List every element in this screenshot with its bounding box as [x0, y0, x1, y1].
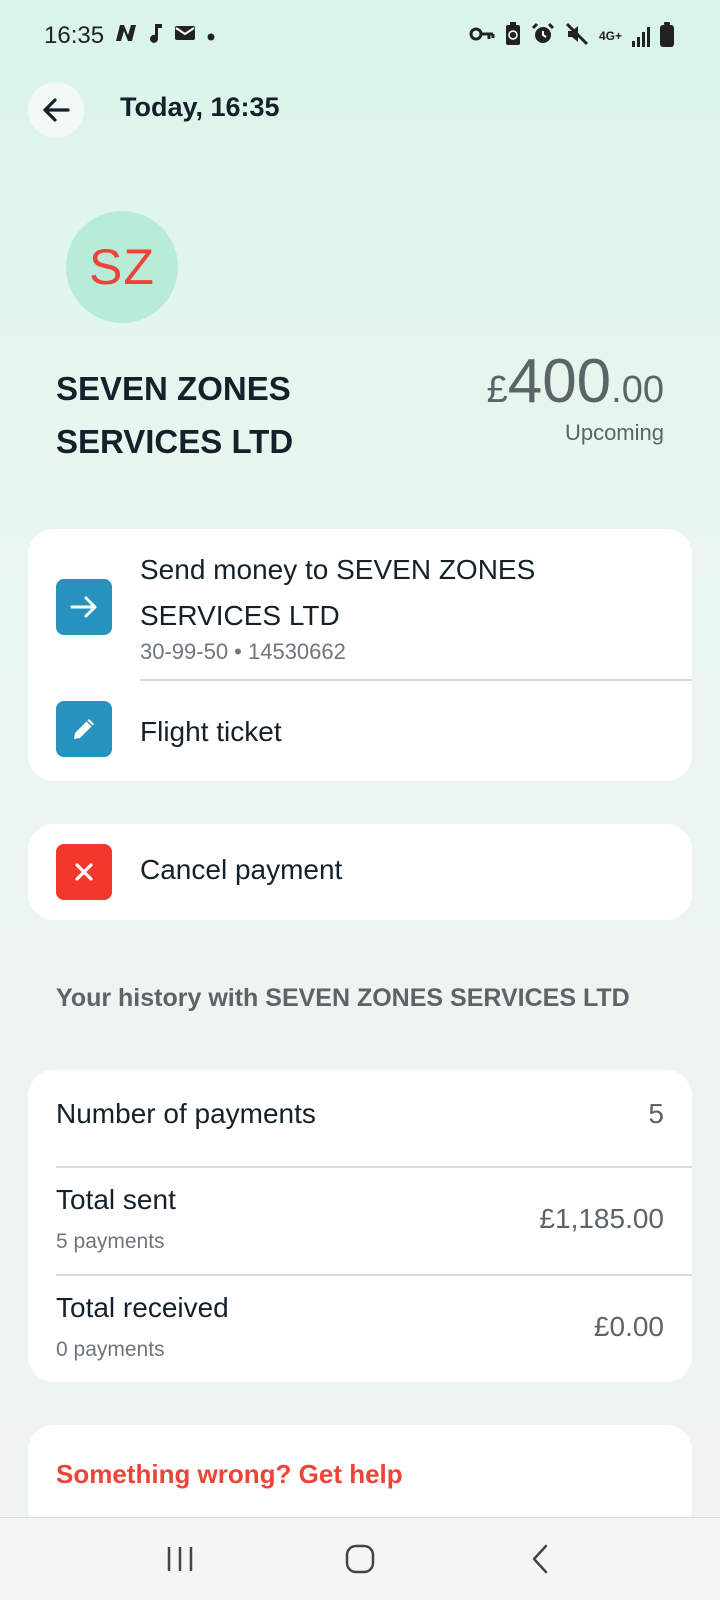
battery-icon [660, 22, 674, 47]
cancel-payment-label: Cancel payment [140, 854, 343, 885]
battery-saver-icon [505, 21, 521, 51]
history-value: £1,185.00 [539, 1203, 664, 1234]
cancel-payment-button[interactable]: Cancel payment [28, 824, 692, 920]
history-row: Total received 0 payments £0.00 [28, 1276, 692, 1382]
history-label: Total sent [56, 1184, 176, 1215]
send-money-row[interactable]: Send money to SEVEN ZONES SERVICES LTD 3… [28, 529, 692, 669]
reference-label: Flight ticket [140, 716, 282, 747]
account-details: 30-99-50 • 14530662 [140, 639, 346, 664]
page-title: Today, 16:35 [120, 92, 280, 122]
alarm-icon [531, 22, 555, 51]
key-icon [469, 26, 495, 47]
home-button[interactable] [330, 1534, 390, 1584]
history-value: 5 [648, 1098, 664, 1129]
get-help-link[interactable]: Something wrong? Get help [56, 1459, 403, 1490]
status-left: 16:35 [44, 22, 216, 50]
back-nav-icon [532, 1544, 548, 1574]
signal-icon [632, 25, 650, 47]
back-arrow-icon [43, 98, 70, 122]
network-4g-icon: 4G+ [598, 29, 622, 43]
history-card: Number of payments 5 Total sent 5 paymen… [28, 1070, 692, 1382]
history-row: Total sent 5 payments £1,185.00 [28, 1168, 692, 1274]
status-right: 4G+ [469, 21, 674, 51]
recent-apps-button[interactable] [150, 1534, 210, 1584]
dot-icon [206, 25, 216, 48]
history-sub: 5 payments [56, 1230, 165, 1253]
history-label: Number of payments [56, 1098, 316, 1129]
avatar-initials: SZ [89, 239, 155, 295]
amount-whole: 400 [507, 347, 612, 416]
history-label: Total received [56, 1292, 229, 1323]
payee-name: SEVEN ZONES SERVICES LTD [56, 370, 294, 460]
system-nav-bar [0, 1517, 720, 1600]
avatar: SZ [66, 211, 178, 323]
recent-apps-icon [167, 1547, 193, 1571]
send-money-label: Send money to SEVEN ZONES SERVICES LTD [140, 554, 536, 631]
home-icon [345, 1544, 375, 1574]
history-row: Number of payments 5 [28, 1070, 692, 1166]
status-time: 16:35 [44, 22, 105, 49]
n-app-icon [114, 23, 138, 49]
payment-details-card: Send money to SEVEN ZONES SERVICES LTD 3… [28, 529, 692, 781]
payment-amount: £400.00 [487, 346, 664, 417]
mail-icon [174, 24, 196, 48]
mute-icon [565, 22, 589, 51]
send-arrow-icon [56, 579, 112, 635]
music-note-icon [148, 22, 164, 50]
status-bar: 16:35 4G+ [0, 0, 720, 72]
history-sub: 0 payments [56, 1338, 165, 1361]
back-button[interactable] [28, 82, 84, 138]
history-title: Your history with SEVEN ZONES SERVICES L… [56, 984, 630, 1012]
back-nav-button[interactable] [510, 1534, 570, 1584]
reference-row[interactable]: Flight ticket [28, 681, 692, 781]
amount-currency: £ [486, 369, 508, 411]
amount-decimal: .00 [611, 369, 664, 411]
history-value: £0.00 [593, 1311, 664, 1342]
edit-pencil-icon [56, 701, 112, 757]
close-icon [56, 844, 112, 900]
payment-status: Upcoming [564, 420, 664, 445]
